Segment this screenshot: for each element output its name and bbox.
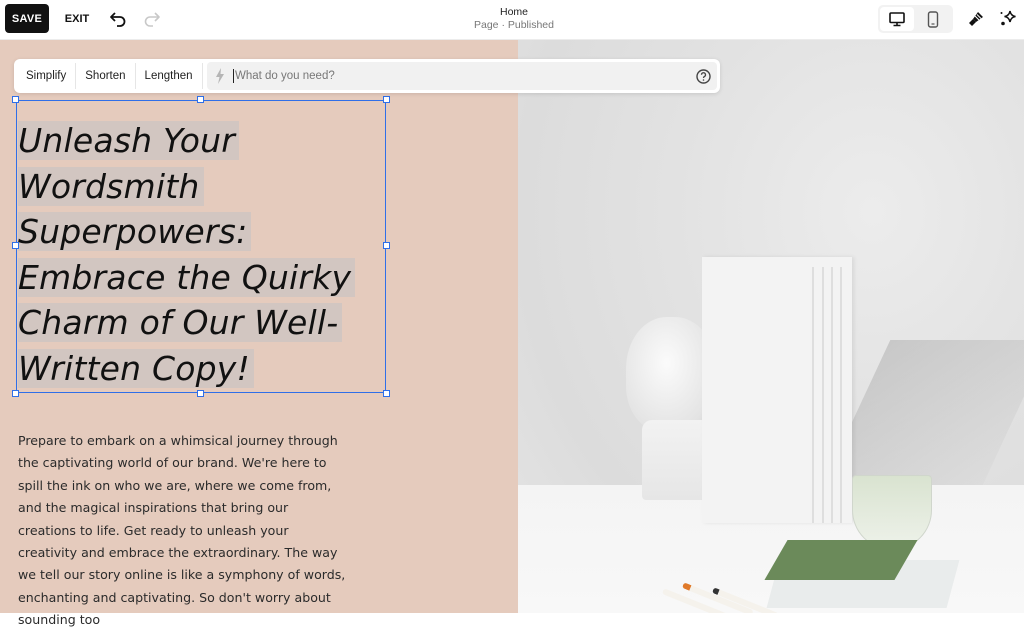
undo-button[interactable] [106,7,130,31]
shorten-button[interactable]: Shorten [76,63,136,89]
page-canvas: Unleash Your Wordsmith Superpowers: Embr… [0,40,1024,627]
image-books [702,257,852,523]
mobile-icon [927,10,939,28]
redo-button[interactable] [140,7,164,31]
ai-prompt-input[interactable] [233,69,689,83]
resize-handle-top-left[interactable] [12,96,19,103]
simplify-button[interactable]: Simplify [17,63,77,89]
desktop-view-button[interactable] [880,7,914,31]
text-section: Unleash Your Wordsmith Superpowers: Embr… [0,40,518,627]
editor-topbar: SAVE EXIT Home Page · Published [0,0,1024,40]
image-tray-green [764,540,918,580]
mobile-view-button[interactable] [916,7,950,31]
lengthen-button[interactable]: Lengthen [136,63,203,89]
resize-handle-bottom-left[interactable] [12,390,19,397]
resize-handle-top-right[interactable] [383,96,390,103]
device-toggle [878,5,953,33]
desktop-icon [889,11,905,26]
ai-prompt-field [207,62,717,90]
resize-handle-left[interactable] [12,242,19,249]
resize-handle-bottom-right[interactable] [383,390,390,397]
page-status: Page · Published [474,19,554,31]
resize-handle-right[interactable] [383,242,390,249]
help-circle-icon [695,68,711,84]
page-info[interactable]: Home Page · Published [430,6,598,32]
paintbrush-icon [969,12,983,26]
redo-icon [144,12,160,27]
page-title: Home [499,6,528,18]
help-button[interactable] [689,68,717,84]
text-block-selection[interactable] [12,96,390,397]
save-button[interactable]: SAVE [5,4,49,33]
body-paragraph[interactable]: Prepare to embark on a whimsical journey… [18,430,348,632]
hero-image[interactable] [518,40,1024,613]
resize-handle-top[interactable] [197,96,204,103]
site-styles-button[interactable] [964,7,988,31]
exit-button[interactable]: EXIT [60,4,94,33]
ai-writing-toolbar: Simplify Shorten Lengthen [14,59,720,93]
resize-handle-bottom[interactable] [197,390,204,397]
ai-assistant-button[interactable] [996,7,1020,31]
sparkle-icon [1000,10,1016,26]
undo-icon [110,12,126,27]
lightning-icon [207,68,233,84]
